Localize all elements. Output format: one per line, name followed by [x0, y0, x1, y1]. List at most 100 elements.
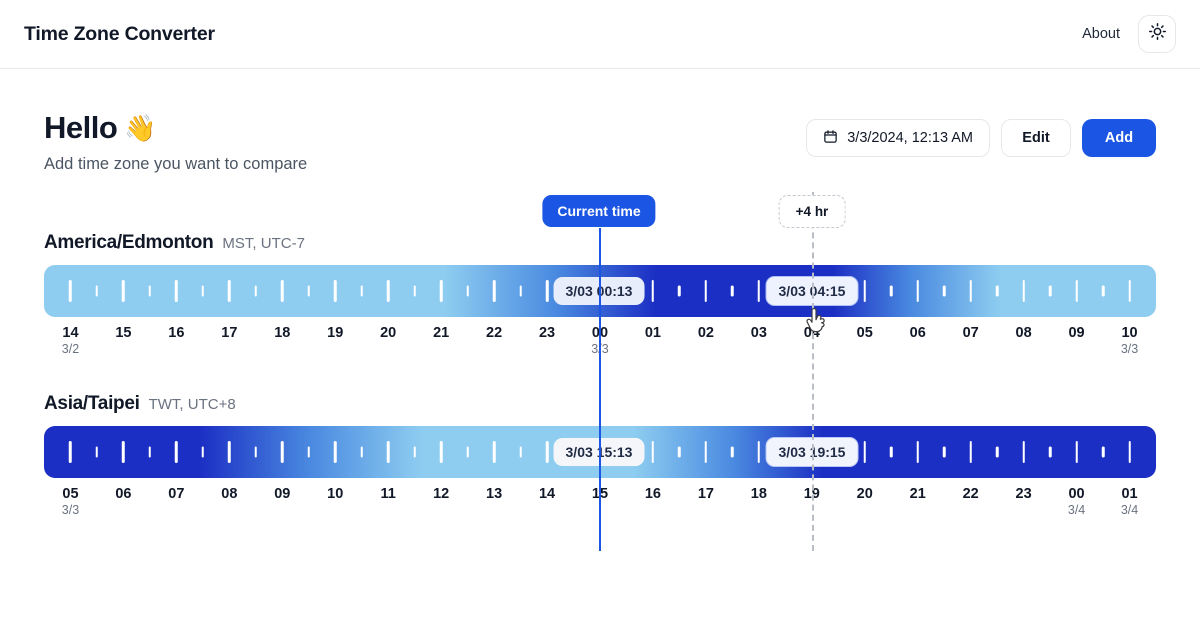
- tick-minor: [466, 286, 469, 297]
- hour-value: 17: [698, 485, 714, 503]
- hour-value: 10: [327, 485, 343, 503]
- tick-minor: [890, 286, 893, 297]
- datetime-picker[interactable]: 3/3/2024, 12:13 AM: [806, 119, 990, 157]
- tick-major: [175, 441, 178, 463]
- selected-time-badge[interactable]: 3/03 19:15: [766, 437, 859, 467]
- tick-major: [228, 441, 231, 463]
- hour-value: 07: [963, 324, 979, 342]
- page-subtitle: Add time zone you want to compare: [44, 155, 307, 174]
- hour-label: 20: [857, 485, 873, 503]
- hour-label: 06: [115, 485, 131, 503]
- hour-label: 09: [274, 485, 290, 503]
- hour-value: 03: [751, 324, 767, 342]
- tick-minor: [255, 447, 258, 458]
- hour-label: 16: [645, 485, 661, 503]
- hour-label: 04: [804, 324, 820, 342]
- tick-minor: [519, 447, 522, 458]
- tick-major: [69, 441, 72, 463]
- hour-value: 15: [592, 485, 608, 503]
- tick-minor: [678, 447, 681, 458]
- current-time-badge[interactable]: 3/03 15:13: [554, 438, 645, 466]
- hour-label: 02: [698, 324, 714, 342]
- tick-minor: [678, 286, 681, 297]
- hour-value: 15: [115, 324, 131, 342]
- tick-major: [281, 441, 284, 463]
- date-sublabel: 3/3: [1121, 342, 1138, 358]
- hour-value: 04: [804, 324, 820, 342]
- timezone-header: Asia/TaipeiTWT, UTC+8: [44, 393, 1156, 415]
- hour-value: 09: [1068, 324, 1084, 342]
- offset-pill[interactable]: +4 hr: [779, 195, 846, 228]
- hour-label: 21: [433, 324, 449, 342]
- hour-label: 003/3: [591, 324, 608, 358]
- hour-label: 003/4: [1068, 485, 1085, 519]
- header-actions: About: [1082, 15, 1176, 53]
- tick-major: [1075, 280, 1078, 302]
- tick-major: [705, 441, 708, 463]
- tick-major: [969, 280, 972, 302]
- tick-major: [758, 280, 761, 302]
- timeline-bar[interactable]: 3/03 15:13 3/03 19:15: [44, 426, 1156, 478]
- hour-value: 18: [274, 324, 290, 342]
- tick-minor: [202, 447, 205, 458]
- hour-label: 23: [539, 324, 555, 342]
- tick-major: [652, 280, 655, 302]
- hour-value: 05: [857, 324, 873, 342]
- tick-major: [652, 441, 655, 463]
- date-sublabel: 3/2: [62, 342, 79, 358]
- tick-major: [864, 280, 867, 302]
- hour-value: 21: [910, 485, 926, 503]
- hour-label: 08: [221, 485, 237, 503]
- tick-major: [387, 280, 390, 302]
- selected-time-badge[interactable]: 3/03 04:15: [766, 276, 859, 306]
- current-time-badge[interactable]: 3/03 00:13: [554, 277, 645, 305]
- theme-toggle-button[interactable]: [1138, 15, 1176, 53]
- tick-minor: [360, 447, 363, 458]
- tick-major: [175, 280, 178, 302]
- hour-value: 00: [1068, 485, 1085, 503]
- hour-value: 20: [857, 485, 873, 503]
- tick-major: [546, 441, 549, 463]
- hour-value: 16: [168, 324, 184, 342]
- tick-major: [1128, 441, 1131, 463]
- tick-minor: [943, 447, 946, 458]
- hour-label: 12: [433, 485, 449, 503]
- tick-minor: [996, 447, 999, 458]
- timezone-row: America/EdmontonMST, UTC-73/03 00:133/03…: [44, 232, 1156, 364]
- tick-minor: [890, 447, 893, 458]
- hour-label: 19: [804, 485, 820, 503]
- app-header: Time Zone Converter About: [0, 0, 1200, 69]
- timezone-row: Asia/TaipeiTWT, UTC+8 3/03 15:13 3/03 19:1…: [44, 393, 1156, 525]
- tick-minor: [1102, 286, 1105, 297]
- current-time-pill[interactable]: Current time: [542, 195, 655, 227]
- tick-minor: [96, 447, 99, 458]
- page-title: Hello 👋: [44, 111, 307, 146]
- hour-label: 01: [645, 324, 661, 342]
- hour-label: 07: [168, 485, 184, 503]
- timeline-bar[interactable]: 3/03 00:13 3/03 04:15: [44, 265, 1156, 317]
- timezone-name: Asia/Taipei: [44, 393, 140, 415]
- hour-value: 19: [327, 324, 343, 342]
- timezone-header: America/EdmontonMST, UTC-7: [44, 232, 1156, 254]
- hour-label: 18: [751, 485, 767, 503]
- hour-label: 20: [380, 324, 396, 342]
- hour-label: 09: [1068, 324, 1084, 342]
- hour-value: 14: [539, 485, 555, 503]
- tick-major: [69, 280, 72, 302]
- timezone-abbreviation: MST, UTC-7: [222, 235, 305, 252]
- tick-major: [440, 441, 443, 463]
- hour-value: 01: [645, 324, 661, 342]
- about-link[interactable]: About: [1082, 26, 1120, 42]
- sun-icon: [1148, 22, 1167, 46]
- hour-label: 14: [539, 485, 555, 503]
- hour-label: 06: [910, 324, 926, 342]
- hour-value: 09: [274, 485, 290, 503]
- edit-button[interactable]: Edit: [1001, 119, 1071, 157]
- hour-value: 05: [62, 485, 79, 503]
- tick-major: [1075, 441, 1078, 463]
- tick-major: [122, 441, 125, 463]
- add-button[interactable]: Add: [1082, 119, 1156, 157]
- hour-value: 22: [486, 324, 502, 342]
- hour-value: 18: [751, 485, 767, 503]
- hour-label: 15: [592, 485, 608, 503]
